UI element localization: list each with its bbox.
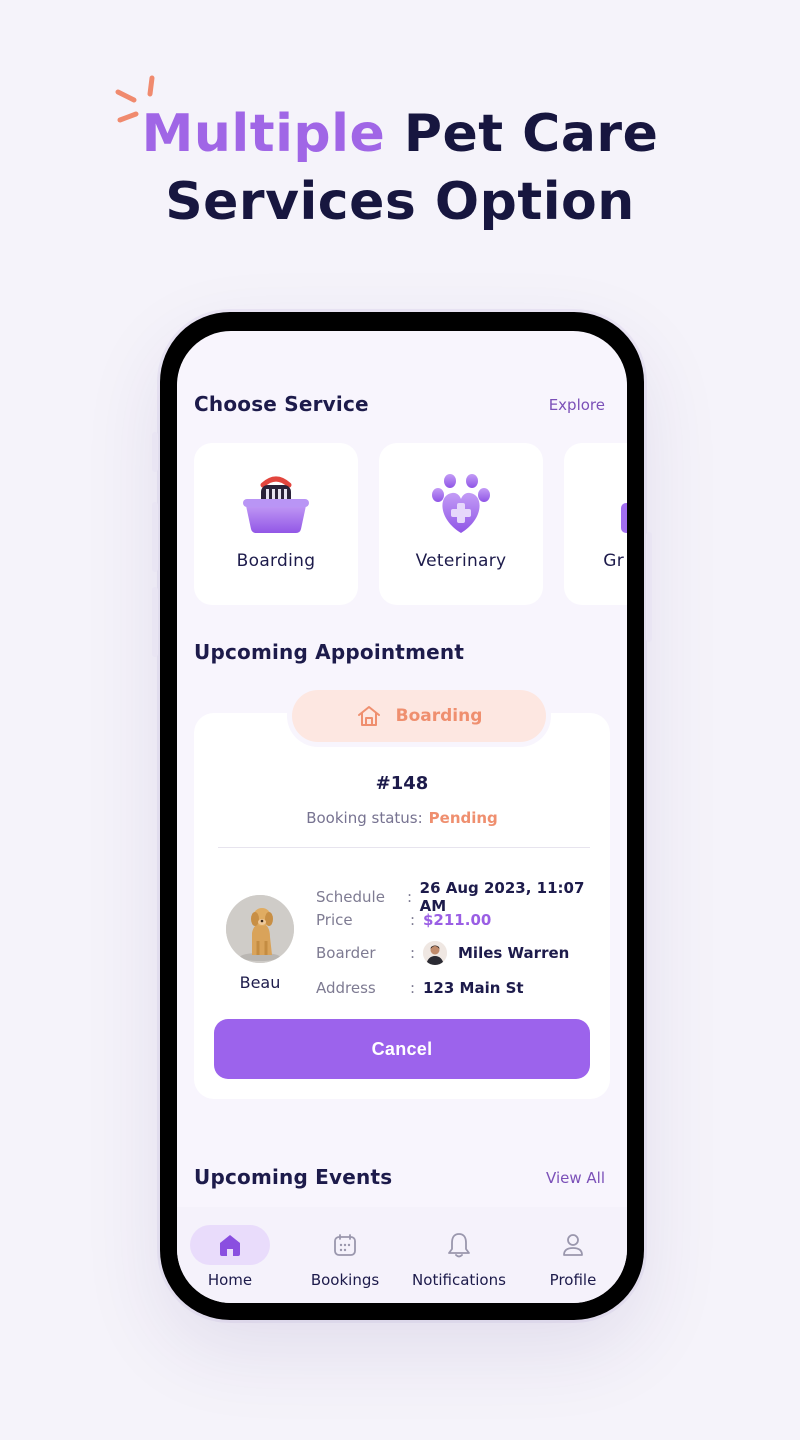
phone-side-button	[152, 587, 158, 657]
choose-service-title: Choose Service	[194, 392, 369, 416]
pet-avatar	[226, 895, 294, 963]
tab-bookings[interactable]: Bookings	[290, 1225, 400, 1289]
app-screen: Choose Service Explore Boarding Veterina…	[177, 331, 627, 1303]
headline-accent: Multiple	[141, 104, 386, 164]
detail-key: Boarder	[316, 944, 376, 962]
service-card-boarding[interactable]: Boarding	[194, 443, 358, 605]
detail-separator: :	[407, 888, 413, 906]
appointment-card: Boarding #148 Booking status: Pending Be…	[194, 685, 610, 1099]
headline-line-1: Multiple Pet Care	[0, 100, 800, 168]
service-pill-wrap: Boarding	[287, 685, 551, 747]
calendar-icon	[334, 1234, 356, 1256]
bell-icon	[448, 1233, 470, 1258]
booking-status-value: Pending	[428, 809, 498, 827]
phone-frame: Choose Service Explore Boarding Veterina…	[152, 312, 652, 1320]
booking-id: #148	[375, 773, 429, 794]
tab-icon-wrap	[305, 1225, 385, 1265]
phone-side-button	[646, 532, 652, 642]
tab-label: Home	[207, 1271, 253, 1289]
detail-separator: :	[410, 944, 416, 962]
tab-label: Profile	[549, 1271, 597, 1289]
tab-icon-wrap	[533, 1225, 613, 1265]
tab-profile[interactable]: Profile	[518, 1225, 627, 1289]
home-icon	[220, 1235, 240, 1256]
booking-status: Booking status: Pending	[194, 809, 610, 827]
detail-row-boarder: Boarder : Miles Warren	[316, 941, 569, 965]
pet-carrier-icon	[243, 476, 309, 533]
service-pill-label: Boarding	[395, 706, 483, 726]
detail-separator: :	[410, 911, 416, 929]
detail-separator: :	[410, 979, 416, 997]
detail-row-schedule: Schedule : 26 Aug 2023, 11:07 AM	[316, 879, 610, 915]
explore-link[interactable]: Explore	[549, 396, 605, 414]
phone-side-button	[152, 502, 158, 572]
detail-key: Schedule	[316, 888, 385, 906]
tab-notifications[interactable]: Notifications	[404, 1225, 514, 1289]
detail-value: Miles Warren	[458, 944, 570, 962]
pet-name: Beau	[239, 973, 281, 992]
tab-label: Notifications	[412, 1271, 506, 1289]
divider	[218, 847, 590, 848]
service-card-veterinary[interactable]: Veterinary	[379, 443, 543, 605]
tab-label: Bookings	[310, 1271, 380, 1289]
user-icon	[563, 1234, 583, 1256]
boarder-avatar	[423, 941, 447, 965]
tab-icon-wrap	[419, 1225, 499, 1265]
detail-row-address: Address : 123 Main St	[316, 979, 524, 997]
house-icon	[357, 706, 380, 726]
tab-icon-wrap	[190, 1225, 270, 1265]
service-label: Veterinary	[415, 551, 507, 571]
view-all-link[interactable]: View All	[546, 1169, 605, 1187]
booking-status-label: Booking status:	[306, 809, 423, 827]
paw-heart-icon	[432, 474, 490, 533]
bottom-tab-bar: Home Bookings Notifications Profile	[177, 1207, 627, 1303]
service-pill: Boarding	[292, 690, 546, 742]
service-label: Gr	[603, 551, 624, 571]
grooming-icon	[621, 503, 627, 533]
service-label: Boarding	[236, 551, 316, 571]
upcoming-appointment-title: Upcoming Appointment	[194, 640, 465, 664]
service-card-grooming[interactable]: Gr	[564, 443, 627, 605]
cancel-button[interactable]: Cancel	[214, 1019, 590, 1079]
detail-value: 26 Aug 2023, 11:07 AM	[419, 879, 585, 915]
person-photo-icon	[423, 941, 447, 965]
detail-value: 123 Main St	[423, 979, 524, 997]
detail-key: Address	[316, 979, 376, 997]
headline-rest: Pet Care	[403, 104, 659, 164]
phone-side-button	[152, 432, 158, 472]
detail-key: Price	[316, 911, 353, 929]
detail-value: $211.00	[423, 911, 492, 929]
tab-home[interactable]: Home	[177, 1225, 285, 1289]
headline-line-2: Services Option	[165, 172, 635, 232]
dog-photo-icon	[226, 895, 294, 963]
upcoming-events-title: Upcoming Events	[194, 1165, 393, 1189]
headline: Multiple Pet Care Services Option	[0, 100, 800, 236]
detail-row-price: Price : $211.00	[316, 911, 491, 929]
